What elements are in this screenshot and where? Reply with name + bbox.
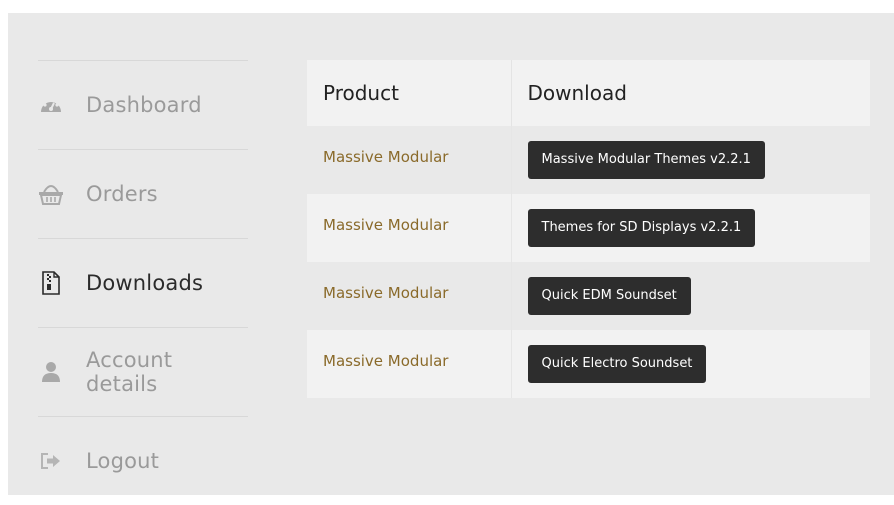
download-cell: Massive Modular Themes v2.2.1 bbox=[511, 126, 870, 194]
download-cell: Themes for SD Displays v2.2.1 bbox=[511, 194, 870, 262]
column-header-download: Download bbox=[511, 60, 870, 126]
product-link[interactable]: Massive Modular bbox=[323, 352, 448, 370]
download-button[interactable]: Quick EDM Soundset bbox=[527, 277, 691, 315]
product-cell: Massive Modular bbox=[307, 262, 512, 330]
nav-label-orders: Orders bbox=[86, 182, 158, 206]
nav-item-logout[interactable]: Logout bbox=[38, 416, 248, 505]
download-button[interactable]: Themes for SD Displays v2.2.1 bbox=[527, 209, 756, 247]
logout-icon bbox=[38, 448, 64, 474]
table-header-row: Product Download bbox=[307, 60, 870, 126]
downloads-table-container: Product Download Massive Modular Massive… bbox=[307, 60, 870, 398]
nav-label-logout: Logout bbox=[86, 449, 160, 473]
file-download-icon bbox=[38, 270, 64, 296]
download-cell: Quick EDM Soundset bbox=[511, 262, 870, 330]
table-row: Massive Modular Themes for SD Displays v… bbox=[307, 194, 870, 262]
nav-label-account-details: Account details bbox=[86, 348, 173, 396]
table-row: Massive Modular Massive Modular Themes v… bbox=[307, 126, 870, 194]
download-button[interactable]: Quick Electro Soundset bbox=[527, 345, 707, 383]
product-cell: Massive Modular bbox=[307, 194, 512, 262]
nav-label-dashboard: Dashboard bbox=[86, 93, 202, 117]
column-header-product: Product bbox=[307, 60, 512, 126]
basket-icon bbox=[38, 181, 64, 207]
product-cell: Massive Modular bbox=[307, 126, 512, 194]
account-navigation: Dashboard Orders Downloads Account detai… bbox=[38, 60, 248, 505]
nav-item-account-details[interactable]: Account details bbox=[38, 327, 248, 416]
download-button[interactable]: Massive Modular Themes v2.2.1 bbox=[527, 141, 765, 179]
table-row: Massive Modular Quick EDM Soundset bbox=[307, 262, 870, 330]
product-link[interactable]: Massive Modular bbox=[323, 284, 448, 302]
table-row: Massive Modular Quick Electro Soundset bbox=[307, 330, 870, 398]
nav-item-downloads[interactable]: Downloads bbox=[38, 238, 248, 327]
downloads-table: Product Download Massive Modular Massive… bbox=[307, 60, 870, 398]
download-cell: Quick Electro Soundset bbox=[511, 330, 870, 398]
product-link[interactable]: Massive Modular bbox=[323, 148, 448, 166]
dashboard-icon bbox=[38, 92, 64, 118]
nav-item-dashboard[interactable]: Dashboard bbox=[38, 60, 248, 149]
product-link[interactable]: Massive Modular bbox=[323, 216, 448, 234]
user-icon bbox=[38, 359, 64, 385]
nav-label-downloads: Downloads bbox=[86, 271, 204, 295]
nav-item-orders[interactable]: Orders bbox=[38, 149, 248, 238]
product-cell: Massive Modular bbox=[307, 330, 512, 398]
